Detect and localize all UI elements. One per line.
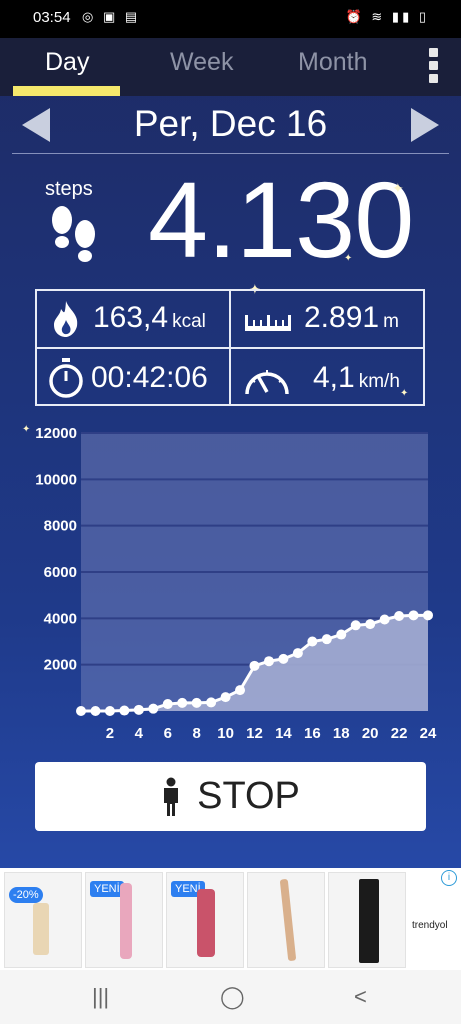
x-tick-label: 24 [420, 725, 437, 742]
x-tick-label: 10 [217, 725, 234, 742]
speed-value: 4,1 [313, 361, 355, 394]
x-tick-label: 8 [192, 725, 200, 742]
person-icon [164, 777, 179, 816]
data-point [148, 703, 159, 714]
next-day-arrow-icon[interactable] [411, 108, 439, 142]
x-tick-label: 2 [106, 725, 114, 742]
data-point [321, 634, 332, 645]
x-tick-label: 14 [275, 725, 292, 742]
ruler-icon [245, 315, 291, 331]
data-point [206, 697, 217, 708]
status-time: 03:54 [33, 9, 71, 26]
distance-stat: 2.891 m [304, 301, 399, 335]
ad-banner[interactable]: -20% YENİ YENİ trendyol i [0, 868, 461, 970]
data-point [307, 636, 318, 647]
y-tick-label: 12000 [35, 425, 77, 442]
x-tick-label: 6 [164, 725, 172, 742]
y-tick-label: 2000 [44, 657, 77, 674]
ad-info-icon[interactable]: i [441, 870, 457, 886]
y-tick-label: 4000 [44, 610, 77, 627]
active-tab-indicator [13, 86, 120, 96]
status-bar: 03:54 ◎ ▣ ▤ ⏰ ≋ ▮▮ ▯ [0, 0, 461, 38]
ad-product-card[interactable]: YENİ [166, 872, 244, 968]
y-tick-label: 10000 [35, 471, 77, 488]
speed-stat: 4,1 km/h [313, 361, 400, 395]
tab-day[interactable]: Day [45, 48, 89, 77]
x-tick-label: 4 [135, 725, 144, 742]
steps-label: steps [45, 178, 93, 200]
distance-value: 2.891 [304, 301, 380, 334]
flame-icon [54, 301, 78, 337]
data-point [191, 697, 202, 708]
data-point [220, 692, 231, 703]
data-point [235, 685, 246, 696]
stop-button[interactable]: STOP [35, 762, 426, 831]
back-icon[interactable]: < [354, 984, 367, 1010]
steps-count: 4.130 [148, 159, 414, 280]
duration-stat: 00:42:06 [91, 361, 208, 395]
data-point [408, 610, 419, 621]
sparkle-icon: ✦ [392, 180, 404, 196]
data-point [162, 699, 173, 710]
y-tick-label: 6000 [44, 564, 77, 581]
data-point [90, 706, 101, 716]
data-point [177, 697, 188, 708]
data-point [365, 619, 376, 630]
x-tick-label: 20 [362, 725, 379, 742]
data-point [119, 705, 130, 716]
ad-brand-logo: trendyol [412, 920, 448, 931]
overflow-menu-icon[interactable] [429, 48, 439, 87]
ad-discount-badge: -20% [9, 887, 43, 903]
data-point [336, 629, 347, 640]
sparkle-icon: ✦ [344, 253, 353, 264]
data-point [350, 620, 361, 631]
data-point [278, 653, 289, 664]
footprints-icon [52, 206, 95, 262]
data-point [133, 704, 144, 715]
data-point [423, 610, 433, 621]
duration-value: 00:42:06 [91, 361, 208, 394]
data-point [249, 660, 260, 671]
divider [12, 153, 449, 154]
stop-button-label: STOP [197, 775, 300, 817]
stopwatch-icon [49, 358, 83, 398]
data-point [394, 611, 405, 622]
tab-week[interactable]: Week [170, 48, 233, 77]
x-tick-label: 18 [333, 725, 350, 742]
date-title: Per, Dec 16 [133, 103, 328, 144]
data-point [263, 656, 274, 667]
speed-unit: km/h [358, 371, 400, 392]
speedometer-icon [245, 370, 289, 395]
x-tick-label: 16 [304, 725, 321, 742]
recents-icon[interactable]: ||| [92, 984, 109, 1010]
calories-unit: kcal [172, 311, 206, 332]
notification-icons: ◎ ▣ ▤ [82, 9, 141, 24]
ad-product-card[interactable]: -20% [4, 872, 82, 968]
calories-stat: 163,4 kcal [93, 301, 206, 335]
data-point [76, 706, 86, 716]
ad-product-card[interactable] [247, 872, 325, 968]
data-point [292, 648, 303, 659]
system-icons: ⏰ ≋ ▮▮ ▯ [345, 9, 429, 24]
x-tick-label: 22 [391, 725, 408, 742]
y-tick-label: 8000 [44, 518, 77, 535]
calories-value: 163,4 [93, 301, 169, 334]
home-icon[interactable]: ◯ [220, 984, 245, 1010]
ad-product-card[interactable]: YENİ [85, 872, 163, 968]
distance-unit: m [383, 311, 399, 332]
steps-hourly-chart: 200040006000800010000120002 4 6 8 10 12 14 16 18… [35, 425, 437, 742]
stats-grid: 163,4 kcal 2.891 m 00:42:06 4,1 km/h [35, 289, 425, 406]
tab-month[interactable]: Month [298, 48, 367, 77]
ad-product-card[interactable] [328, 872, 406, 968]
ad-new-badge: YENİ [90, 881, 124, 897]
data-point [379, 614, 390, 625]
x-tick-label: 12 [246, 725, 263, 742]
data-point [104, 706, 115, 716]
system-navigation-bar: ||| ◯ < [0, 970, 461, 1024]
